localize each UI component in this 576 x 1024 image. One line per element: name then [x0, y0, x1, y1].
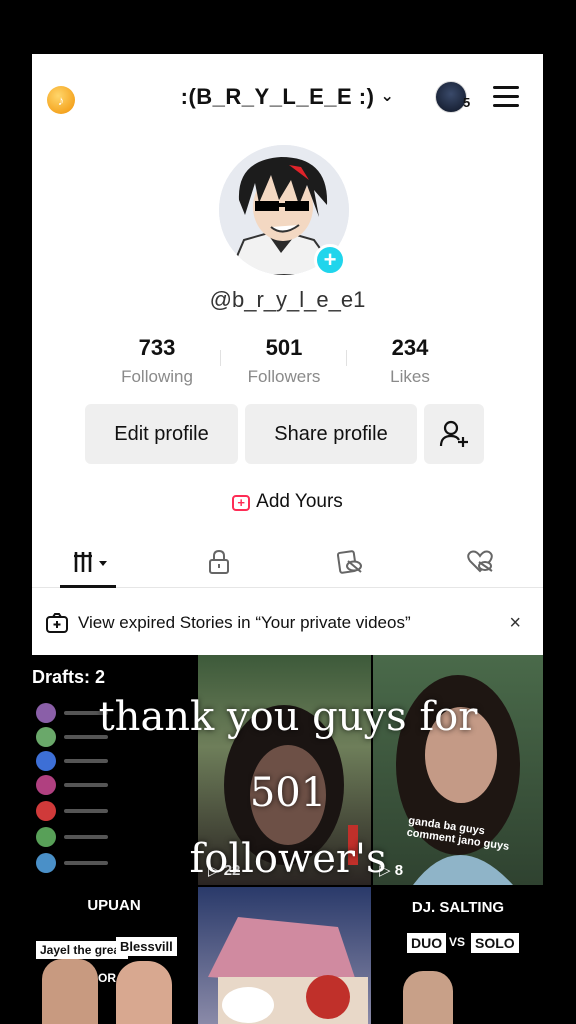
tab-liked[interactable] — [465, 548, 495, 576]
stat-followers[interactable]: 501 Followers — [229, 335, 339, 387]
add-yours-label: Add Yours — [256, 491, 343, 512]
add-yours-icon: + — [232, 495, 251, 511]
video-vs-label: VS — [449, 935, 466, 949]
video-tag: Jayel the great — [36, 941, 129, 959]
stat-following-label: Following — [121, 367, 193, 386]
active-tab-indicator — [60, 585, 116, 588]
overlay-caption-line3: follower's — [189, 836, 387, 882]
camera-plus-icon — [46, 613, 68, 633]
grid-videos-icon — [74, 552, 107, 572]
video-thumbnail[interactable]: DJ. SALTING DUO VS SOLO — [373, 887, 543, 1024]
stat-divider — [346, 350, 347, 366]
tab-private[interactable] — [204, 548, 234, 576]
profile-tabs — [32, 542, 543, 588]
draft-item — [36, 751, 108, 771]
chevron-down-icon: ⌄ — [380, 88, 395, 105]
stat-followers-value: 501 — [265, 335, 303, 360]
edit-profile-button[interactable]: Edit profile — [85, 404, 238, 464]
video-tag: DUO — [407, 933, 447, 953]
stat-likes-label: Likes — [390, 367, 430, 386]
stat-following-value: 733 — [138, 335, 176, 360]
video-or-label: OR — [98, 971, 116, 985]
video-title: DJ. SALTING — [411, 899, 505, 916]
username-title: :(B_R_Y_L_E_E :) — [180, 84, 375, 109]
stat-divider — [220, 350, 221, 366]
video-tag: SOLO — [471, 933, 519, 953]
add-friend-button[interactable] — [424, 404, 484, 464]
tab-hidden[interactable] — [335, 548, 365, 576]
close-icon[interactable]: × — [509, 612, 521, 635]
stat-likes-value: 234 — [391, 335, 429, 360]
hamburger-menu-icon[interactable] — [493, 86, 519, 108]
overlay-caption-line1: thank you guys for — [98, 694, 478, 740]
liked-heart-icon — [467, 550, 493, 573]
person-thumb — [42, 959, 98, 1024]
eye-off-icon — [336, 550, 362, 574]
banner-text: View expired Stories in “Your private vi… — [78, 613, 411, 632]
person-thumb — [403, 971, 453, 1024]
drafts-label: Drafts: 2 — [32, 667, 106, 687]
add-friend-icon — [439, 420, 468, 447]
tab-videos[interactable] — [70, 548, 114, 576]
stat-followers-label: Followers — [247, 367, 321, 386]
share-profile-button[interactable]: Share profile — [245, 404, 417, 464]
stat-following[interactable]: 733 Following — [102, 335, 212, 387]
add-yours-link[interactable]: + Add Yours — [32, 491, 543, 513]
notification-count: 5 — [463, 95, 471, 110]
video-thumbnail[interactable]: UPUAN Jayel the great Blessvill OR — [32, 887, 196, 1024]
video-title: UPUAN — [87, 897, 141, 914]
add-story-plus-icon[interactable]: + — [314, 244, 346, 276]
expired-stories-banner[interactable]: View expired Stories in “Your private vi… — [32, 592, 543, 654]
overlay-caption-line2: 501 — [249, 770, 327, 816]
stat-likes[interactable]: 234 Likes — [355, 335, 465, 387]
profile-handle: @b_r_y_l_e_e1 — [209, 287, 366, 312]
edit-profile-label: Edit profile — [114, 422, 209, 445]
lock-icon — [209, 549, 229, 574]
person-thumb — [116, 961, 172, 1024]
share-profile-label: Share profile — [274, 422, 388, 445]
video-tag: Blessvill — [116, 937, 177, 956]
video-thumbnail[interactable] — [198, 887, 371, 1024]
